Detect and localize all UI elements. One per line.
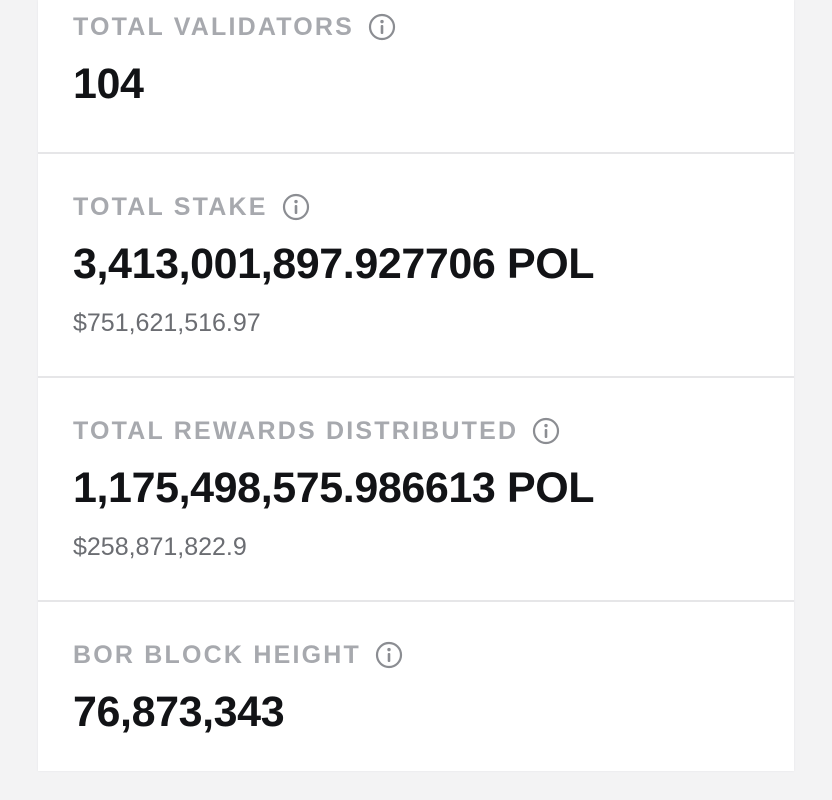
divider — [38, 376, 794, 378]
stat-value-bor-block-height: 76,873,343 — [73, 688, 285, 736]
stat-label-row-bor-block-height: BOR BLOCK HEIGHT — [73, 639, 403, 671]
stat-value-total-rewards: 1,175,498,575.986613 POL — [73, 464, 595, 512]
stat-label-total-stake: TOTAL STAKE — [73, 192, 268, 221]
info-circle-icon[interactable] — [282, 193, 310, 221]
stat-label-row-total-validators: TOTAL VALIDATORS — [73, 11, 396, 43]
stat-label-total-validators: TOTAL VALIDATORS — [73, 12, 355, 41]
stat-usd-total-rewards: $258,871,822.9 — [73, 533, 247, 561]
info-circle-icon[interactable] — [375, 641, 403, 669]
divider — [38, 600, 794, 602]
stats-panel: TOTAL VALIDATORS 104 TOTAL STAKE 3,413,0… — [38, 0, 794, 771]
stat-label-bor-block-height: BOR BLOCK HEIGHT — [73, 640, 361, 669]
info-circle-icon[interactable] — [368, 13, 396, 41]
info-circle-icon[interactable] — [532, 417, 560, 445]
stat-value-total-validators: 104 — [73, 60, 144, 108]
stat-value-total-stake: 3,413,001,897.927706 POL — [73, 240, 595, 288]
stat-label-row-total-stake: TOTAL STAKE — [73, 191, 310, 223]
stat-label-total-rewards: TOTAL REWARDS DISTRIBUTED — [73, 416, 519, 445]
stat-usd-total-stake: $751,621,516.97 — [73, 309, 261, 337]
stat-label-row-total-rewards: TOTAL REWARDS DISTRIBUTED — [73, 415, 560, 447]
divider — [38, 152, 794, 154]
